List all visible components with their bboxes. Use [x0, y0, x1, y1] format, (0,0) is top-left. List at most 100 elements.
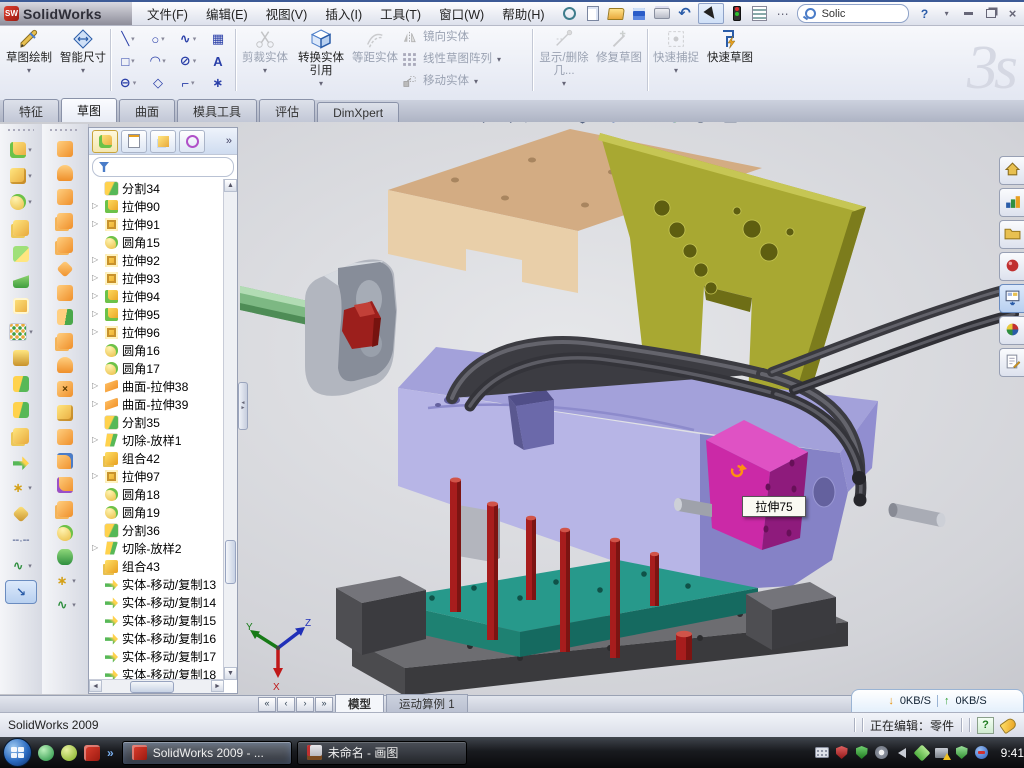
- dropdown-arrow-icon[interactable]: ▾: [133, 79, 137, 87]
- tree-item[interactable]: 圆角15: [89, 233, 224, 251]
- dropdown-arrow-icon[interactable]: ▾: [131, 35, 135, 43]
- tree-item[interactable]: 实体-移动/复制16: [89, 629, 224, 647]
- sketch-spline-button[interactable]: ∿▾: [173, 28, 203, 50]
- tab-dimxpertmanager[interactable]: [179, 130, 205, 153]
- tool-split-body[interactable]: [0, 397, 42, 423]
- tool-reference-axis[interactable]: [0, 501, 42, 527]
- dropdown-arrow-icon[interactable]: ▾: [29, 328, 33, 336]
- expand-arrow-icon[interactable]: ▷: [92, 309, 98, 318]
- tab-特征[interactable]: 特征: [3, 99, 59, 122]
- print-icon[interactable]: [652, 4, 672, 23]
- taskbar-button-paint[interactable]: 未命名 - 画图: [297, 741, 467, 765]
- help-dropdown-icon[interactable]: ▾: [937, 5, 957, 22]
- search-box[interactable]: [797, 4, 909, 23]
- tool-shell[interactable]: [0, 241, 42, 267]
- tool-shut-off-surface[interactable]: [42, 209, 88, 233]
- tree-item[interactable]: ▷拉伸92: [89, 251, 224, 269]
- scroll-up-button[interactable]: ▲: [224, 179, 237, 192]
- dropdown-arrow-icon[interactable]: ▾: [27, 66, 31, 75]
- expand-arrow-icon[interactable]: ▷: [92, 435, 98, 444]
- tool-rib[interactable]: [0, 345, 42, 371]
- expand-arrow-icon[interactable]: ▷: [92, 201, 98, 210]
- move-entities-button[interactable]: 移动实体 ▾: [401, 70, 478, 92]
- offset-entities-button[interactable]: 等距实体: [351, 26, 399, 94]
- taskpane-tab-solidworks-resources[interactable]: [999, 156, 1024, 185]
- dropdown-arrow-icon[interactable]: ▾: [28, 198, 32, 206]
- sketch-text-button[interactable]: A: [203, 50, 233, 72]
- tab-featuremanager-tree[interactable]: [92, 130, 118, 153]
- security-icon[interactable]: [61, 745, 77, 761]
- sketch-selection-box-button[interactable]: ▦: [203, 28, 233, 50]
- scroll-left-button[interactable]: ◄: [89, 680, 102, 692]
- tray-network-warning-icon[interactable]: [935, 746, 949, 760]
- more-tabs-chevron-icon[interactable]: »: [226, 135, 234, 147]
- sketch-point-button[interactable]: ∗: [203, 72, 233, 94]
- expand-arrow-icon[interactable]: ▷: [92, 255, 98, 264]
- tool-fillet[interactable]: ▾: [0, 189, 42, 215]
- sketch-ellipse-button[interactable]: ⊘▾: [173, 50, 203, 72]
- mirror-entities-button[interactable]: 镜向实体: [401, 26, 469, 48]
- sketch-line-button[interactable]: ╲▾: [113, 28, 143, 50]
- select-icon[interactable]: [698, 3, 724, 24]
- tray-volume-icon[interactable]: [895, 746, 909, 760]
- menu-文件(F)[interactable]: 文件(F): [138, 1, 197, 26]
- search-input[interactable]: [820, 7, 884, 21]
- tag-icon[interactable]: [999, 716, 1018, 734]
- dropdown-arrow-icon[interactable]: ▾: [28, 146, 32, 154]
- tree-item[interactable]: 分割36: [89, 521, 224, 539]
- quick-snaps-button[interactable]: 快速捕捉 ▾: [651, 26, 701, 94]
- tool-mold-fillet[interactable]: [42, 521, 88, 545]
- panel-splitter-handle[interactable]: ◄►: [238, 382, 248, 430]
- trim-entities-button[interactable]: 剪裁实体 ▾: [239, 26, 291, 94]
- tool-draft[interactable]: [0, 267, 42, 293]
- tree-item[interactable]: 组合43: [89, 557, 224, 575]
- dropdown-arrow-icon[interactable]: ▾: [191, 79, 195, 87]
- tab-nav-0[interactable]: «: [258, 697, 276, 712]
- dropdown-arrow-icon[interactable]: ▾: [72, 577, 76, 585]
- tree-filter-box[interactable]: [92, 157, 234, 177]
- menu-视图(V)[interactable]: 视图(V): [257, 1, 317, 26]
- tree-item[interactable]: ▷拉伸97: [89, 467, 224, 485]
- tool-revolved-boss[interactable]: ▾: [0, 163, 42, 189]
- repair-sketch-button[interactable]: 修复草图: [594, 26, 644, 94]
- clamp-block[interactable]: [305, 259, 397, 396]
- expand-arrow-icon[interactable]: ▷: [92, 543, 98, 552]
- menu-插入(I)[interactable]: 插入(I): [316, 1, 371, 26]
- dropdown-arrow-icon[interactable]: ▾: [131, 57, 135, 65]
- tool-swept-boss[interactable]: [0, 215, 42, 241]
- tool-centerline[interactable]: ╌·╌: [0, 527, 42, 553]
- tree-item[interactable]: ▷拉伸94: [89, 287, 224, 305]
- scroll-right-button[interactable]: ►: [211, 680, 224, 692]
- sketch-button[interactable]: 草图绘制 ▾: [2, 26, 56, 94]
- quick-tips-icon[interactable]: ?: [977, 717, 994, 734]
- restore-button[interactable]: [981, 5, 1001, 22]
- toolbar-drag-handle[interactable]: [8, 127, 34, 133]
- tool-side-core[interactable]: [42, 425, 88, 449]
- expand-arrow-icon[interactable]: ▷: [92, 327, 98, 336]
- dropdown-arrow-icon[interactable]: ▾: [28, 172, 32, 180]
- display-delete-relations-button[interactable]: 显示/删除几... ▾: [536, 26, 592, 94]
- tool-ruled-surface[interactable]: [42, 137, 88, 161]
- tree-item[interactable]: 实体-移动/复制18: [89, 665, 224, 680]
- tool-dome[interactable]: [42, 545, 88, 569]
- tab-模具工具[interactable]: 模具工具: [177, 99, 257, 122]
- expand-arrow-icon[interactable]: ▷: [92, 219, 98, 228]
- expand-arrow-icon[interactable]: ▷: [92, 273, 98, 282]
- scroll-down-button[interactable]: ▼: [224, 667, 237, 680]
- tool-hole-wizard[interactable]: [0, 293, 42, 319]
- expand-arrow-icon[interactable]: ▷: [92, 381, 98, 390]
- tree-item[interactable]: 分割35: [89, 413, 224, 431]
- tree-item[interactable]: 实体-移动/复制14: [89, 593, 224, 611]
- new-document-icon[interactable]: [583, 4, 603, 23]
- tree-item[interactable]: 实体-移动/复制17: [89, 647, 224, 665]
- pin-icon[interactable]: [560, 4, 580, 23]
- tree-item[interactable]: 圆角17: [89, 359, 224, 377]
- tree-item[interactable]: 分割34: [89, 179, 224, 197]
- expand-arrow-icon[interactable]: ▷: [92, 471, 98, 480]
- tool-core-pin[interactable]: [42, 449, 88, 473]
- expand-arrow-icon[interactable]: ▷: [92, 291, 98, 300]
- tree-item[interactable]: ▷拉伸91: [89, 215, 224, 233]
- linear-sketch-pattern-button[interactable]: 线性草图阵列 ▾: [401, 48, 501, 70]
- tray-keyboard-icon[interactable]: [815, 746, 829, 760]
- dropdown-arrow-icon[interactable]: ▾: [319, 79, 323, 88]
